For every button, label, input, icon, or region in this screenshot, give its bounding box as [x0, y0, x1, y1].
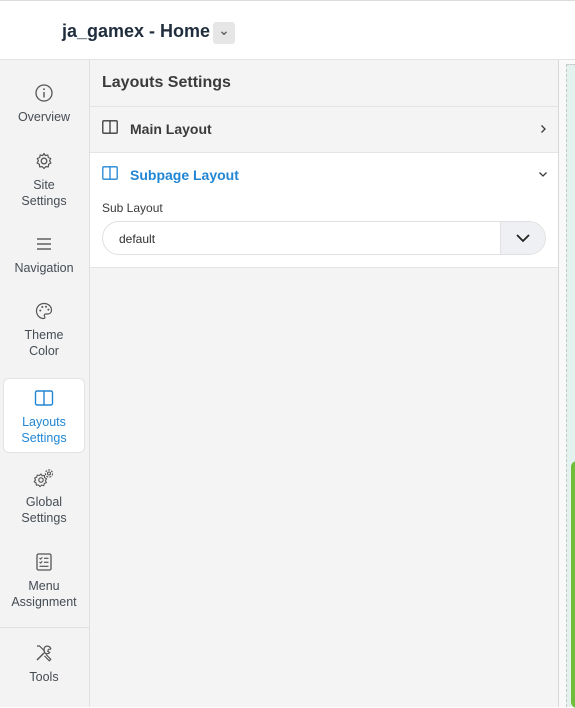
sidebar-item-tools[interactable]: Tools: [3, 642, 85, 686]
sidebar-item-menu-assignment[interactable]: Menu Assignment: [3, 551, 85, 610]
columns-layout-icon: [33, 387, 55, 409]
sidebar-item-overview[interactable]: Overview: [3, 82, 85, 126]
panel-title: Layouts Settings: [102, 74, 231, 91]
chevron-down-icon[interactable]: [538, 169, 548, 179]
sidebar-divider: [0, 627, 89, 628]
sidebar-item-label: Menu Assignment: [11, 579, 77, 609]
accordion-subpage-layout: Subpage Layout Sub Layout default: [90, 153, 558, 268]
select-toggle[interactable]: [500, 222, 545, 254]
preview-foliage-image: [571, 461, 575, 708]
site-preview[interactable]: [558, 60, 575, 708]
chevron-right-icon: [541, 125, 546, 133]
sub-layout-select[interactable]: default: [102, 221, 546, 255]
sidebar-item-label: Overview: [17, 110, 71, 124]
menu-lines-icon: [33, 233, 55, 255]
gear-icon: [33, 150, 55, 172]
chevron-down-icon: [221, 31, 227, 36]
sub-layout-label: Sub Layout: [102, 201, 163, 215]
accordion-main-layout[interactable]: Main Layout: [90, 106, 558, 153]
sidebar-item-global-settings[interactable]: Global Settings: [3, 467, 85, 526]
preview-frame: [566, 64, 575, 708]
palette-icon: [33, 300, 55, 322]
sidebar-item-label: Site Settings: [21, 178, 67, 208]
sidebar-item-site-settings[interactable]: Site Settings: [3, 150, 85, 209]
tools-icon: [33, 642, 55, 664]
info-icon: [33, 82, 55, 104]
accordion-label: Main Layout: [130, 121, 212, 137]
sidebar-item-theme-color[interactable]: Theme Color: [3, 300, 85, 359]
sidebar-item-label: Tools: [29, 670, 59, 684]
top-bar: ja_gamex - Home: [0, 0, 575, 60]
accordion-label[interactable]: Subpage Layout: [130, 167, 239, 183]
sidebar: Overview Site Settings Navigation Theme …: [0, 60, 90, 707]
sidebar-item-navigation[interactable]: Navigation: [3, 233, 85, 277]
sub-layout-value: default: [119, 232, 156, 246]
checklist-icon: [33, 551, 55, 573]
gears-icon: [33, 467, 55, 489]
sidebar-item-label: Theme Color: [24, 328, 64, 358]
sidebar-item-label: Navigation: [14, 261, 74, 275]
chevron-down-icon: [516, 234, 530, 243]
layouts-settings-panel: Layouts Settings Main Layout Subpage Lay…: [90, 60, 558, 707]
sidebar-item-layouts-settings[interactable]: Layouts Settings: [3, 378, 85, 453]
site-dropdown-button[interactable]: [213, 22, 235, 44]
columns-layout-icon: [102, 120, 118, 134]
sidebar-item-label: Layouts Settings: [21, 415, 67, 445]
site-title: ja_gamex - Home: [62, 21, 211, 41]
columns-layout-icon: [102, 166, 118, 180]
sidebar-item-label: Global Settings: [21, 495, 67, 525]
